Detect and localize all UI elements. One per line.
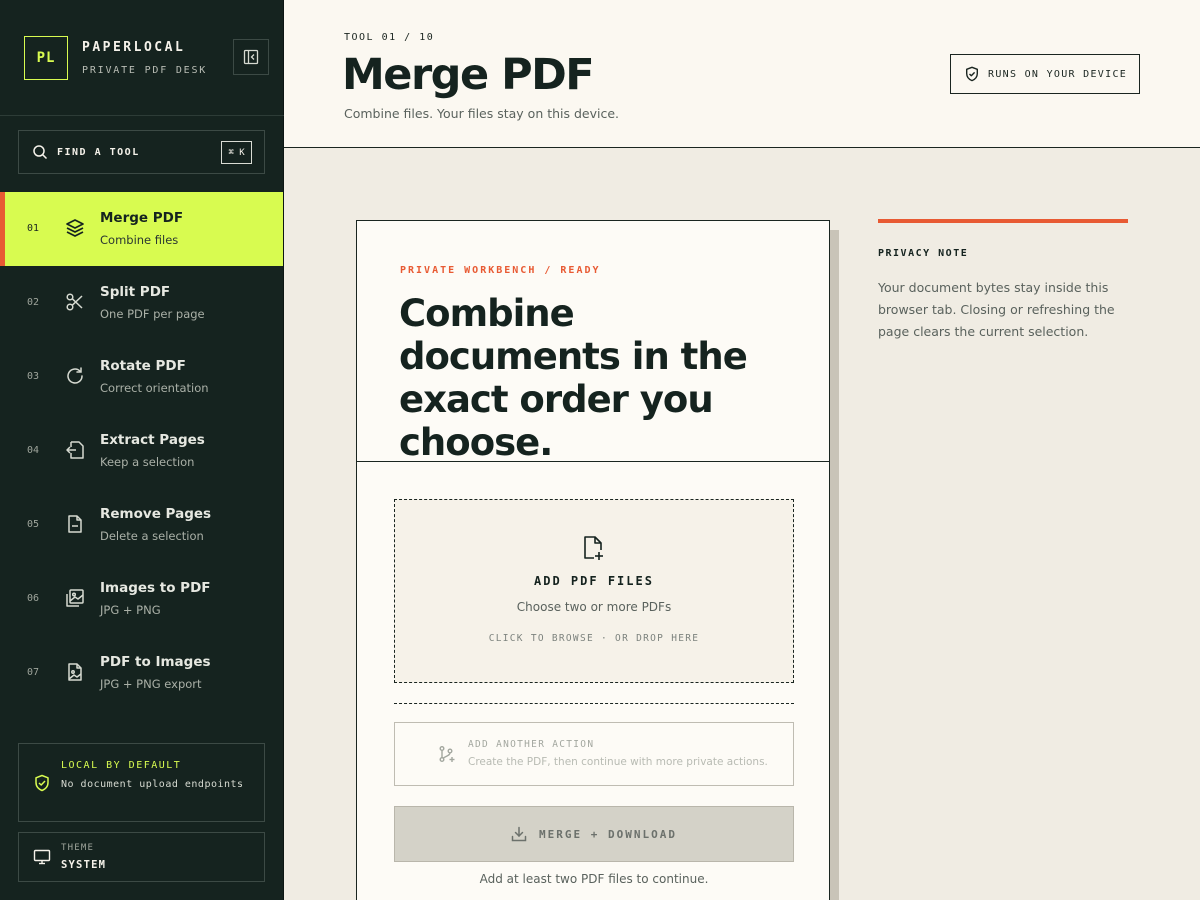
nav-item-number: 05 — [27, 519, 40, 530]
action-subtitle: Create the PDF, then continue with more … — [468, 756, 768, 768]
nav-item-title: Extract Pages — [100, 432, 205, 448]
nav-item-rotate-pdf[interactable]: 03 Rotate PDF Correct orientation — [0, 340, 283, 414]
extract-icon — [66, 441, 84, 459]
page-header: TOOL 01 / 10 Merge PDF Combine files. Yo… — [284, 0, 1200, 148]
nav-item-number: 01 — [27, 223, 40, 234]
keyboard-shortcut-badge: ⌘ K — [221, 141, 252, 164]
merge-hint: Add at least two PDF files to continue. — [479, 872, 709, 886]
nav-item-title: Remove Pages — [100, 506, 212, 522]
pdf-dropzone[interactable]: ADD PDF FILES Choose two or more PDFs CL… — [394, 499, 794, 683]
nav-item-number: 02 — [27, 297, 40, 308]
layers-icon — [66, 219, 84, 237]
local-title: LOCAL BY DEFAULT — [61, 760, 182, 771]
brand-tagline: PRIVATE PDF DESK — [82, 65, 208, 76]
find-tool-search[interactable]: FIND A TOOL ⌘ K — [18, 130, 265, 174]
shield-check-icon — [35, 774, 49, 792]
nav-item-number: 03 — [27, 371, 40, 382]
scissors-icon — [66, 293, 83, 311]
workbench-status: PRIVATE WORKBENCH / READY — [400, 265, 601, 276]
card-headline: Combine documents in the exact order you… — [399, 292, 748, 464]
brand-logo: PL — [24, 36, 68, 80]
privacy-text: Your document bytes stay inside this bro… — [878, 280, 1115, 339]
page-subtitle: Combine files. Your files stay on this d… — [344, 106, 620, 121]
local-subtitle: No document upload endpoints — [61, 779, 244, 790]
image-icon — [66, 589, 84, 607]
local-by-default-notice: LOCAL BY DEFAULT No document upload endp… — [18, 743, 265, 822]
nav-item-subtitle: One PDF per page — [100, 307, 205, 321]
page-title: Merge PDF — [342, 50, 595, 100]
nav-item-subtitle: Delete a selection — [100, 529, 204, 543]
dropzone-hint: CLICK TO BROWSE · OR DROP HERE — [488, 633, 700, 644]
shield-check-icon — [966, 66, 978, 82]
nav-item-number: 07 — [27, 667, 40, 678]
dropzone-subtitle: Choose two or more PDFs — [516, 600, 672, 614]
action-title: ADD ANOTHER ACTION — [468, 739, 595, 750]
collapse-sidebar-button[interactable] — [233, 39, 269, 75]
monitor-icon — [33, 849, 51, 865]
divider — [394, 703, 794, 704]
nav-item-title: Rotate PDF — [100, 358, 186, 374]
file-image-icon — [68, 663, 82, 681]
nav-item-subtitle: Keep a selection — [100, 455, 195, 469]
badge-label: RUNS ON YOUR DEVICE — [988, 68, 1128, 80]
nav-item-subtitle: JPG + PNG — [100, 603, 161, 617]
tool-nav: 01 Merge PDF Combine files 02 Split PDF … — [0, 192, 283, 710]
nav-item-title: PDF to Images — [100, 654, 211, 670]
privacy-accent-bar — [878, 219, 1128, 223]
sidebar-collapse-icon — [243, 49, 259, 65]
nav-item-images-to-pdf[interactable]: 06 Images to PDF JPG + PNG — [0, 562, 283, 636]
sidebar: PL PAPERLOCAL PRIVATE PDF DESK FIND A TO… — [0, 0, 284, 900]
nav-item-subtitle: JPG + PNG export — [100, 677, 202, 691]
card-intro: PRIVATE WORKBENCH / READY Combine docume… — [357, 221, 829, 464]
theme-toggle[interactable]: THEME SYSTEM — [18, 832, 265, 882]
runs-on-device-badge: RUNS ON YOUR DEVICE — [950, 54, 1140, 94]
nav-item-subtitle: Combine files — [100, 233, 179, 247]
nav-item-number: 06 — [27, 593, 40, 604]
dropzone-title: ADD PDF FILES — [534, 574, 654, 588]
theme-label: THEME — [61, 843, 95, 853]
nav-item-split-pdf[interactable]: 02 Split PDF One PDF per page — [0, 266, 283, 340]
theme-value: SYSTEM — [61, 859, 107, 871]
file-remove-icon — [68, 515, 82, 533]
workbench-card: PRIVATE WORKBENCH / READY Combine docume… — [356, 220, 830, 900]
nav-item-title: Split PDF — [100, 284, 171, 300]
nav-item-remove-pages[interactable]: 05 Remove Pages Delete a selection — [0, 488, 283, 562]
merge-download-button[interactable]: MERGE + DOWNLOAD — [394, 806, 794, 862]
privacy-title: PRIVACY NOTE — [878, 248, 969, 259]
brand-name: PAPERLOCAL — [82, 40, 186, 55]
nav-item-pdf-to-images[interactable]: 07 PDF to Images JPG + PNG export — [0, 636, 283, 710]
nav-item-subtitle: Correct orientation — [100, 381, 209, 395]
search-icon — [33, 145, 48, 160]
add-another-action-button[interactable]: ADD ANOTHER ACTION Create the PDF, then … — [394, 722, 794, 786]
download-icon — [511, 826, 527, 842]
tool-counter: TOOL 01 / 10 — [344, 32, 435, 43]
merge-button-label: MERGE + DOWNLOAD — [539, 827, 677, 841]
file-add-icon — [584, 536, 603, 560]
nav-item-number: 04 — [27, 445, 40, 456]
nav-item-extract-pages[interactable]: 04 Extract Pages Keep a selection — [0, 414, 283, 488]
nav-item-merge-pdf[interactable]: 01 Merge PDF Combine files — [0, 192, 283, 266]
rotate-icon — [67, 367, 83, 384]
search-label: FIND A TOOL — [57, 146, 140, 158]
branch-add-icon — [439, 746, 455, 762]
nav-item-title: Images to PDF — [100, 580, 211, 596]
nav-item-title: Merge PDF — [100, 210, 184, 226]
brand-area: PL PAPERLOCAL PRIVATE PDF DESK — [0, 0, 284, 116]
